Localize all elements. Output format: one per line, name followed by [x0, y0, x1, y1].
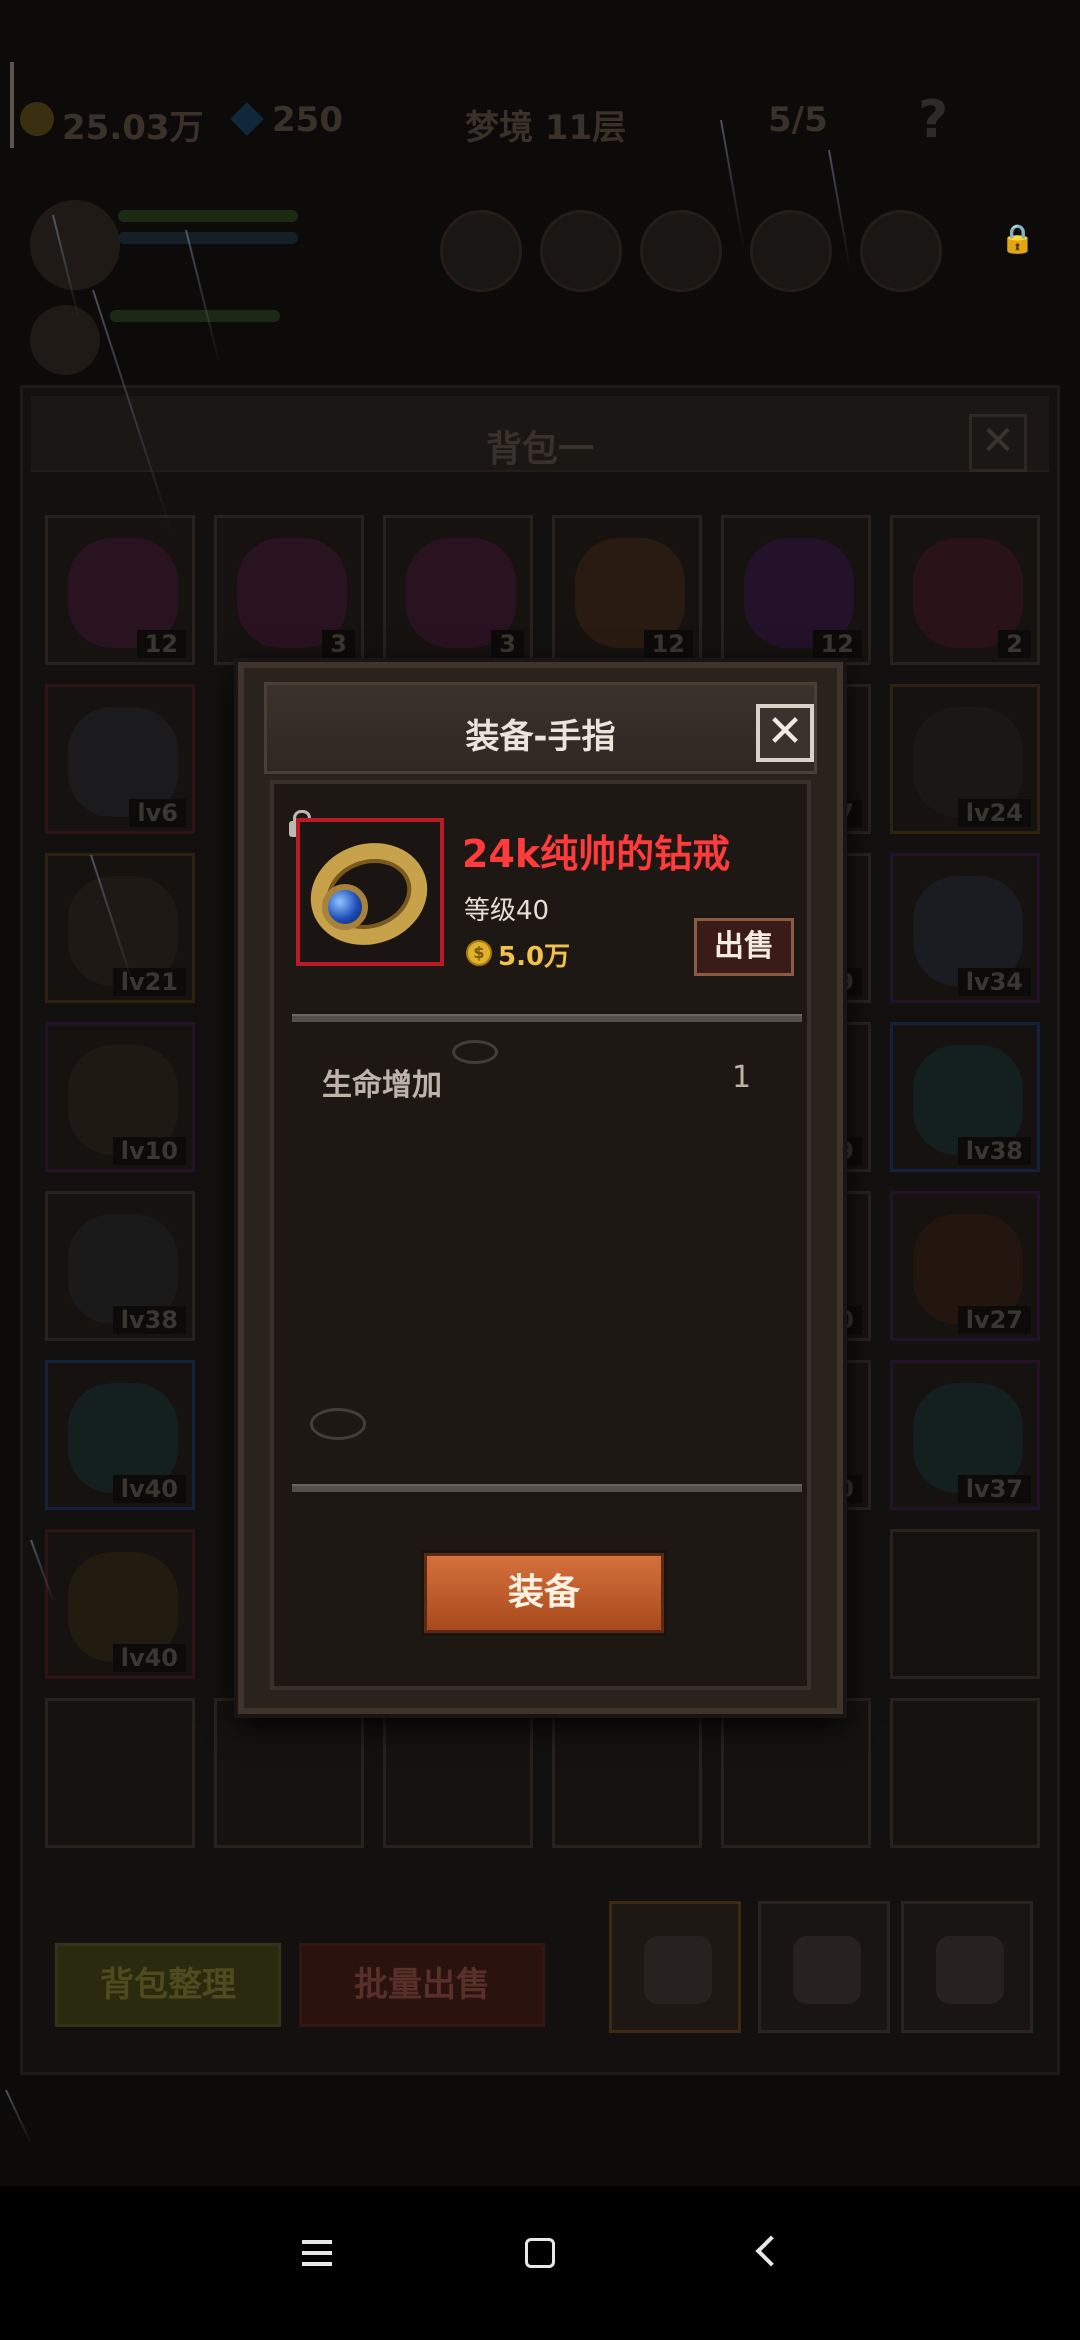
item-count: 3 — [491, 630, 524, 658]
inventory-slot[interactable]: lv27 — [890, 1191, 1040, 1341]
help-icon[interactable]: ? — [918, 90, 948, 150]
skill-slot-1[interactable] — [440, 210, 522, 292]
inventory-slot[interactable] — [214, 1698, 364, 1848]
backpack-icon — [936, 1936, 1004, 2004]
home-icon[interactable] — [525, 2238, 555, 2268]
inventory-slot[interactable]: 3 — [214, 515, 364, 665]
inventory-slot[interactable] — [890, 1529, 1040, 1679]
decorative-swirl — [452, 1040, 498, 1064]
dialog-title: 装备-手指 — [465, 717, 616, 757]
skill-slot-4[interactable] — [750, 210, 832, 292]
pet-portrait[interactable] — [30, 305, 100, 375]
backpack-icon — [644, 1936, 712, 2004]
inventory-slot[interactable]: lv10 — [45, 1022, 195, 1172]
backpack-title: 背包一 — [485, 429, 594, 470]
dialog-header: 装备-手指 — [264, 682, 817, 774]
tidy-backpack-button[interactable]: 背包整理 — [55, 1943, 281, 2027]
inventory-slot[interactable] — [552, 1698, 702, 1848]
ring-gem — [322, 884, 368, 930]
ring-icon — [297, 828, 441, 960]
coin-icon — [20, 102, 54, 136]
item-count: 12 — [812, 630, 862, 658]
item-level: lv27 — [957, 1306, 1031, 1334]
inventory-slot[interactable]: lv21 — [45, 853, 195, 1003]
backpack-tab-3[interactable] — [901, 1901, 1033, 2033]
menu-icon[interactable] — [302, 2240, 332, 2266]
gem-amount: 250 — [272, 100, 343, 140]
inventory-slot[interactable] — [45, 1698, 195, 1848]
pet-hp-bar — [110, 310, 280, 322]
inventory-slot[interactable]: lv6 — [45, 684, 195, 834]
skill-lock-icon: 🔒 — [1000, 222, 1035, 255]
coin-icon: $ — [466, 940, 492, 966]
backpack-header: 背包一 ✕ — [31, 396, 1049, 472]
item-price: 5.0万 — [498, 942, 571, 972]
hero-portrait[interactable] — [30, 200, 120, 290]
close-icon[interactable]: ✕ — [756, 704, 814, 762]
item-level: lv6 — [129, 799, 186, 827]
stat-value: 1 — [732, 1060, 752, 1095]
inventory-slot[interactable]: lv38 — [45, 1191, 195, 1341]
sell-button[interactable]: 出售 — [694, 918, 794, 976]
skill-slot-5[interactable] — [860, 210, 942, 292]
inventory-slot[interactable]: lv34 — [890, 853, 1040, 1003]
backpack-close-button[interactable]: ✕ — [969, 414, 1027, 472]
gem-icon — [230, 102, 264, 136]
inventory-slot[interactable]: 12 — [721, 515, 871, 665]
item-level: lv40 — [112, 1644, 186, 1672]
divider — [292, 1484, 802, 1492]
keys-count: 5/5 — [768, 100, 828, 140]
stat-label: 生命增加 — [322, 1068, 442, 1103]
item-level: lv40 — [112, 1475, 186, 1503]
inventory-slot[interactable]: lv40 — [45, 1360, 195, 1510]
item-name: 24k纯帅的钻戒 — [462, 832, 731, 876]
item-level: lv38 — [112, 1306, 186, 1334]
inventory-slot[interactable]: lv40 — [45, 1529, 195, 1679]
item-icon-slot — [296, 818, 444, 966]
backpack-tab-1[interactable] — [609, 1901, 741, 2033]
item-count: 3 — [322, 630, 355, 658]
mp-bar — [118, 232, 298, 244]
inventory-slot[interactable] — [383, 1698, 533, 1848]
item-level: lv21 — [112, 968, 186, 996]
system-navigation-bar — [0, 2186, 1080, 2340]
floor-label: 梦境 11层 — [465, 108, 627, 148]
back-icon[interactable] — [755, 2235, 787, 2267]
gold-amount: 25.03万 — [62, 108, 204, 148]
rain-streak — [5, 2089, 33, 2145]
top-hud: 25.03万 250 梦境 11层 5/5 ? — [0, 60, 1080, 180]
inventory-slot[interactable]: 3 — [383, 515, 533, 665]
inventory-slot[interactable]: 2 — [890, 515, 1040, 665]
divider — [292, 1014, 802, 1022]
item-level: 等级40 — [464, 896, 550, 926]
skill-slot-2[interactable] — [540, 210, 622, 292]
inventory-slot[interactable]: lv24 — [890, 684, 1040, 834]
inventory-slot[interactable] — [721, 1698, 871, 1848]
item-level: lv24 — [957, 799, 1031, 827]
backpack-icon — [793, 1936, 861, 2004]
backpack-tab-2[interactable] — [758, 1901, 890, 2033]
skill-slot-3[interactable] — [640, 210, 722, 292]
equip-button[interactable]: 装备 — [424, 1553, 664, 1633]
equipment-detail-dialog: 装备-手指 ✕ 24k纯帅的钻戒 等级40 $ 5.0万 出售 生命增加 1 装… — [238, 662, 843, 1714]
inventory-slot[interactable]: lv37 — [890, 1360, 1040, 1510]
item-level: lv10 — [112, 1137, 186, 1165]
item-level: lv38 — [957, 1137, 1031, 1165]
item-level: lv37 — [957, 1475, 1031, 1503]
item-level: lv34 — [957, 968, 1031, 996]
bulk-sell-button[interactable]: 批量出售 — [299, 1943, 545, 2027]
hp-bar — [118, 210, 298, 222]
item-count: 12 — [136, 630, 186, 658]
item-count: 2 — [998, 630, 1031, 658]
inventory-slot[interactable]: lv38 — [890, 1022, 1040, 1172]
inventory-slot[interactable] — [890, 1698, 1040, 1848]
item-count: 12 — [643, 630, 693, 658]
inventory-slot[interactable]: 12 — [552, 515, 702, 665]
decorative-swirl — [310, 1408, 366, 1440]
